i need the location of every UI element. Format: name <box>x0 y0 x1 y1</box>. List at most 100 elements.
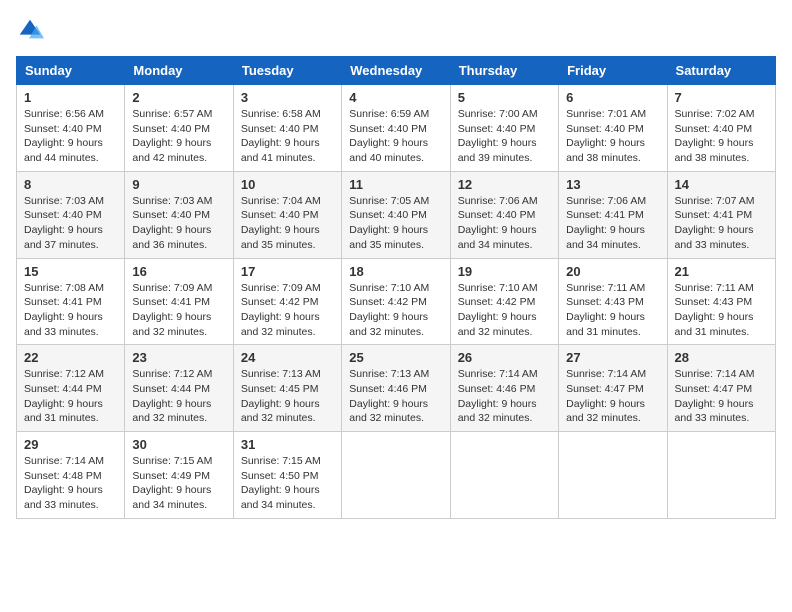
calendar-cell <box>342 432 450 519</box>
day-info: Sunrise: 7:14 AM Sunset: 4:47 PM Dayligh… <box>675 367 768 426</box>
day-info: Sunrise: 6:56 AM Sunset: 4:40 PM Dayligh… <box>24 107 117 166</box>
calendar-cell: 20 Sunrise: 7:11 AM Sunset: 4:43 PM Dayl… <box>559 258 667 345</box>
calendar-cell: 17 Sunrise: 7:09 AM Sunset: 4:42 PM Dayl… <box>233 258 341 345</box>
calendar-cell: 1 Sunrise: 6:56 AM Sunset: 4:40 PM Dayli… <box>17 85 125 172</box>
calendar-cell: 23 Sunrise: 7:12 AM Sunset: 4:44 PM Dayl… <box>125 345 233 432</box>
day-info: Sunrise: 7:06 AM Sunset: 4:41 PM Dayligh… <box>566 194 659 253</box>
calendar-week-row: 15 Sunrise: 7:08 AM Sunset: 4:41 PM Dayl… <box>17 258 776 345</box>
day-number: 9 <box>132 177 225 192</box>
calendar-cell: 4 Sunrise: 6:59 AM Sunset: 4:40 PM Dayli… <box>342 85 450 172</box>
calendar-cell: 26 Sunrise: 7:14 AM Sunset: 4:46 PM Dayl… <box>450 345 558 432</box>
calendar-week-row: 29 Sunrise: 7:14 AM Sunset: 4:48 PM Dayl… <box>17 432 776 519</box>
day-info: Sunrise: 7:15 AM Sunset: 4:50 PM Dayligh… <box>241 454 334 513</box>
calendar-cell: 15 Sunrise: 7:08 AM Sunset: 4:41 PM Dayl… <box>17 258 125 345</box>
weekday-header: Sunday <box>17 57 125 85</box>
calendar-cell: 7 Sunrise: 7:02 AM Sunset: 4:40 PM Dayli… <box>667 85 775 172</box>
day-number: 8 <box>24 177 117 192</box>
day-info: Sunrise: 7:04 AM Sunset: 4:40 PM Dayligh… <box>241 194 334 253</box>
calendar-header-row: SundayMondayTuesdayWednesdayThursdayFrid… <box>17 57 776 85</box>
day-info: Sunrise: 6:58 AM Sunset: 4:40 PM Dayligh… <box>241 107 334 166</box>
calendar-cell: 27 Sunrise: 7:14 AM Sunset: 4:47 PM Dayl… <box>559 345 667 432</box>
calendar-cell: 28 Sunrise: 7:14 AM Sunset: 4:47 PM Dayl… <box>667 345 775 432</box>
day-number: 27 <box>566 350 659 365</box>
day-number: 4 <box>349 90 442 105</box>
day-number: 3 <box>241 90 334 105</box>
day-info: Sunrise: 7:00 AM Sunset: 4:40 PM Dayligh… <box>458 107 551 166</box>
calendar-cell: 6 Sunrise: 7:01 AM Sunset: 4:40 PM Dayli… <box>559 85 667 172</box>
day-number: 17 <box>241 264 334 279</box>
day-info: Sunrise: 7:13 AM Sunset: 4:46 PM Dayligh… <box>349 367 442 426</box>
day-number: 1 <box>24 90 117 105</box>
calendar-cell: 14 Sunrise: 7:07 AM Sunset: 4:41 PM Dayl… <box>667 171 775 258</box>
calendar-cell: 12 Sunrise: 7:06 AM Sunset: 4:40 PM Dayl… <box>450 171 558 258</box>
calendar-cell: 11 Sunrise: 7:05 AM Sunset: 4:40 PM Dayl… <box>342 171 450 258</box>
day-number: 28 <box>675 350 768 365</box>
day-info: Sunrise: 6:59 AM Sunset: 4:40 PM Dayligh… <box>349 107 442 166</box>
day-number: 12 <box>458 177 551 192</box>
day-number: 6 <box>566 90 659 105</box>
day-info: Sunrise: 7:09 AM Sunset: 4:42 PM Dayligh… <box>241 281 334 340</box>
day-number: 25 <box>349 350 442 365</box>
day-info: Sunrise: 7:14 AM Sunset: 4:48 PM Dayligh… <box>24 454 117 513</box>
calendar-week-row: 22 Sunrise: 7:12 AM Sunset: 4:44 PM Dayl… <box>17 345 776 432</box>
day-info: Sunrise: 7:12 AM Sunset: 4:44 PM Dayligh… <box>132 367 225 426</box>
day-number: 21 <box>675 264 768 279</box>
day-number: 15 <box>24 264 117 279</box>
day-info: Sunrise: 7:11 AM Sunset: 4:43 PM Dayligh… <box>566 281 659 340</box>
day-number: 14 <box>675 177 768 192</box>
day-number: 29 <box>24 437 117 452</box>
calendar-cell <box>450 432 558 519</box>
calendar-cell <box>667 432 775 519</box>
day-info: Sunrise: 7:03 AM Sunset: 4:40 PM Dayligh… <box>132 194 225 253</box>
day-info: Sunrise: 7:09 AM Sunset: 4:41 PM Dayligh… <box>132 281 225 340</box>
day-info: Sunrise: 7:01 AM Sunset: 4:40 PM Dayligh… <box>566 107 659 166</box>
calendar-cell: 10 Sunrise: 7:04 AM Sunset: 4:40 PM Dayl… <box>233 171 341 258</box>
day-number: 22 <box>24 350 117 365</box>
day-number: 26 <box>458 350 551 365</box>
day-number: 31 <box>241 437 334 452</box>
day-number: 13 <box>566 177 659 192</box>
day-info: Sunrise: 6:57 AM Sunset: 4:40 PM Dayligh… <box>132 107 225 166</box>
day-info: Sunrise: 7:15 AM Sunset: 4:49 PM Dayligh… <box>132 454 225 513</box>
day-info: Sunrise: 7:10 AM Sunset: 4:42 PM Dayligh… <box>349 281 442 340</box>
logo <box>16 16 48 44</box>
day-number: 5 <box>458 90 551 105</box>
calendar-cell: 22 Sunrise: 7:12 AM Sunset: 4:44 PM Dayl… <box>17 345 125 432</box>
day-number: 24 <box>241 350 334 365</box>
calendar-week-row: 1 Sunrise: 6:56 AM Sunset: 4:40 PM Dayli… <box>17 85 776 172</box>
calendar-cell: 29 Sunrise: 7:14 AM Sunset: 4:48 PM Dayl… <box>17 432 125 519</box>
day-number: 23 <box>132 350 225 365</box>
calendar-cell: 8 Sunrise: 7:03 AM Sunset: 4:40 PM Dayli… <box>17 171 125 258</box>
day-number: 20 <box>566 264 659 279</box>
day-number: 19 <box>458 264 551 279</box>
calendar-cell: 19 Sunrise: 7:10 AM Sunset: 4:42 PM Dayl… <box>450 258 558 345</box>
weekday-header: Friday <box>559 57 667 85</box>
day-number: 18 <box>349 264 442 279</box>
calendar-cell: 3 Sunrise: 6:58 AM Sunset: 4:40 PM Dayli… <box>233 85 341 172</box>
calendar-cell: 13 Sunrise: 7:06 AM Sunset: 4:41 PM Dayl… <box>559 171 667 258</box>
day-info: Sunrise: 7:05 AM Sunset: 4:40 PM Dayligh… <box>349 194 442 253</box>
day-info: Sunrise: 7:07 AM Sunset: 4:41 PM Dayligh… <box>675 194 768 253</box>
day-number: 2 <box>132 90 225 105</box>
day-info: Sunrise: 7:13 AM Sunset: 4:45 PM Dayligh… <box>241 367 334 426</box>
day-info: Sunrise: 7:14 AM Sunset: 4:47 PM Dayligh… <box>566 367 659 426</box>
day-number: 30 <box>132 437 225 452</box>
calendar-cell <box>559 432 667 519</box>
calendar-cell: 25 Sunrise: 7:13 AM Sunset: 4:46 PM Dayl… <box>342 345 450 432</box>
day-info: Sunrise: 7:11 AM Sunset: 4:43 PM Dayligh… <box>675 281 768 340</box>
day-info: Sunrise: 7:06 AM Sunset: 4:40 PM Dayligh… <box>458 194 551 253</box>
day-info: Sunrise: 7:03 AM Sunset: 4:40 PM Dayligh… <box>24 194 117 253</box>
calendar-cell: 5 Sunrise: 7:00 AM Sunset: 4:40 PM Dayli… <box>450 85 558 172</box>
calendar-table: SundayMondayTuesdayWednesdayThursdayFrid… <box>16 56 776 519</box>
calendar-cell: 30 Sunrise: 7:15 AM Sunset: 4:49 PM Dayl… <box>125 432 233 519</box>
calendar-cell: 2 Sunrise: 6:57 AM Sunset: 4:40 PM Dayli… <box>125 85 233 172</box>
weekday-header: Wednesday <box>342 57 450 85</box>
day-info: Sunrise: 7:10 AM Sunset: 4:42 PM Dayligh… <box>458 281 551 340</box>
logo-icon <box>16 16 44 44</box>
day-info: Sunrise: 7:08 AM Sunset: 4:41 PM Dayligh… <box>24 281 117 340</box>
calendar-cell: 24 Sunrise: 7:13 AM Sunset: 4:45 PM Dayl… <box>233 345 341 432</box>
calendar-week-row: 8 Sunrise: 7:03 AM Sunset: 4:40 PM Dayli… <box>17 171 776 258</box>
calendar-cell: 31 Sunrise: 7:15 AM Sunset: 4:50 PM Dayl… <box>233 432 341 519</box>
day-number: 10 <box>241 177 334 192</box>
day-number: 11 <box>349 177 442 192</box>
